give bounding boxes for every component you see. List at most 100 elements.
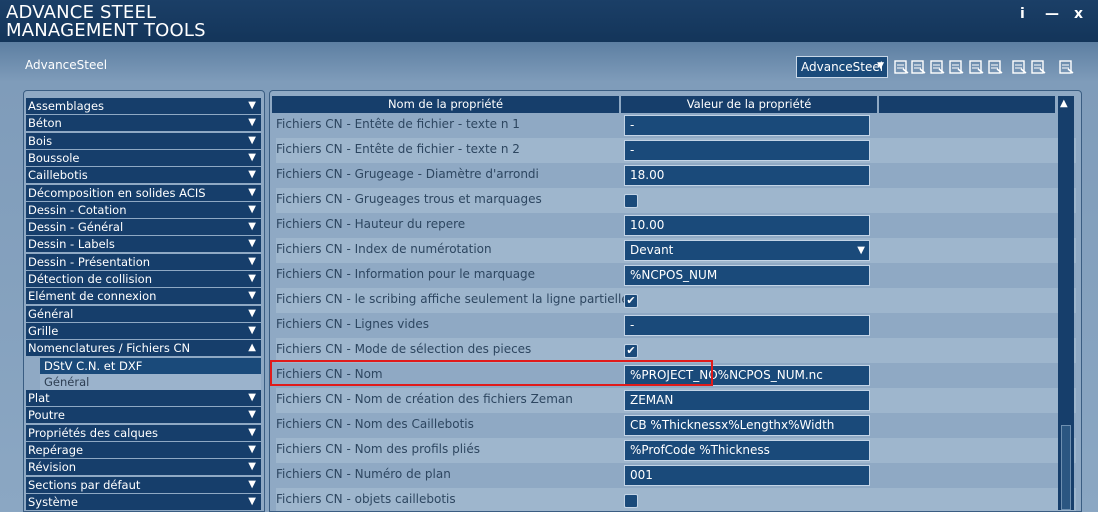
property-value-field[interactable]: %PROJECT_NO%NCPOS_NUM.nc [624, 365, 870, 386]
category-item[interactable]: Sections par défaut ▼ [26, 476, 261, 493]
chevron-down-icon: ▼ [248, 426, 256, 438]
property-name: Fichiers CN - Nom des Caillebotis [276, 417, 474, 431]
category-item[interactable]: Dessin - Labels ▼ [26, 236, 261, 253]
property-checkbox[interactable] [624, 194, 638, 208]
column-header-name[interactable]: Nom de la propriété [272, 96, 619, 113]
category-item[interactable]: Repérage ▼ [26, 441, 261, 458]
chevron-down-icon: ▼ [248, 100, 256, 111]
category-item[interactable]: Dessin - Cotation ▼ [26, 201, 261, 218]
chevron-down-icon: ▼ [877, 61, 884, 71]
chevron-down-icon: ▼ [248, 392, 256, 403]
property-value: %NCPOS_NUM [630, 268, 718, 282]
property-name: Fichiers CN - Grugeages trous et marquag… [276, 192, 542, 206]
category-label: Décomposition en solides ACIS [28, 185, 206, 200]
property-value-field[interactable]: %NCPOS_NUM [624, 265, 870, 286]
info-button[interactable]: i [1020, 6, 1025, 22]
property-value-field[interactable]: - [624, 315, 870, 336]
table-import-icon[interactable] [910, 59, 926, 75]
close-button[interactable]: x [1074, 6, 1083, 22]
category-item[interactable]: Elément de connexion ▼ [26, 288, 261, 305]
table-add-icon[interactable] [893, 59, 909, 75]
category-item[interactable]: Boussole ▼ [26, 149, 261, 166]
category-item[interactable]: Bois ▼ [26, 132, 261, 149]
property-value-field[interactable]: 10.00 [624, 215, 870, 236]
category-item[interactable]: Grille ▼ [26, 322, 261, 339]
table-row: Fichiers CN - objets caillebotis [276, 488, 1076, 511]
chevron-down-icon: ▼ [248, 461, 256, 473]
category-item[interactable]: Dessin - Présentation ▼ [26, 253, 261, 270]
chevron-down-icon: ▼ [248, 273, 256, 284]
column-header-value[interactable]: Valeur de la propriété [621, 96, 877, 113]
category-item[interactable]: Propriétés des calques ▼ [26, 424, 261, 441]
table-export-icon[interactable] [929, 59, 945, 75]
category-label: Détection de collision [28, 272, 153, 286]
property-value: %ProfCode %Thickness [630, 443, 770, 457]
subcategory-item[interactable]: Général [40, 373, 261, 390]
property-checkbox[interactable] [624, 494, 638, 508]
table-row: Fichiers CN - Lignes vides - [276, 313, 1076, 338]
category-item[interactable]: Dessin - Général ▼ [26, 219, 261, 236]
property-value-field[interactable]: %ProfCode %Thickness [624, 440, 870, 461]
property-checkbox[interactable]: ✔ [624, 344, 638, 358]
chevron-down-icon: ▼ [248, 238, 256, 250]
printer-icon[interactable] [1011, 59, 1027, 75]
export-file-icon[interactable] [1058, 59, 1074, 75]
property-checkbox[interactable]: ✔ [624, 294, 638, 308]
property-value-field[interactable]: 18.00 [624, 165, 870, 186]
checkmark-icon: ✔ [626, 294, 636, 307]
property-value: 001 [630, 468, 653, 482]
property-value-field[interactable]: CB %Thicknessx%Lengthx%Width [624, 415, 870, 436]
property-name: Fichiers CN - Information pour le marqua… [276, 267, 536, 281]
table-search-icon[interactable] [968, 59, 984, 75]
property-value-field[interactable]: - [624, 140, 870, 161]
category-label: Nomenclatures / Fichiers CN [28, 341, 191, 356]
table-row: Fichiers CN - Mode de sélection des piec… [276, 338, 1076, 363]
property-value-field[interactable]: 001 [624, 465, 870, 486]
category-item[interactable]: Décomposition en solides ACIS ▼ [26, 184, 261, 201]
scroll-up-icon[interactable]: ▲ [1060, 98, 1068, 109]
scrollbar-thumb[interactable] [1061, 425, 1071, 510]
category-item[interactable]: Poutre ▼ [26, 407, 261, 424]
table-edit-icon[interactable] [948, 59, 964, 75]
chevron-down-icon: ▼ [248, 290, 256, 302]
table-row: Fichiers CN - Numéro de plan 001 [276, 463, 1076, 488]
category-item[interactable]: Nomenclatures / Fichiers CN ▲ [26, 340, 261, 357]
category-item[interactable]: Caillebotis ▼ [26, 167, 261, 184]
category-label: Repérage [28, 442, 84, 457]
table-row: Fichiers CN - Hauteur du repere 10.00 [276, 213, 1076, 238]
category-item[interactable]: Plat ▼ [26, 390, 261, 406]
chevron-down-icon: ▼ [248, 134, 256, 146]
category-label: Dessin - Cotation [28, 202, 127, 217]
table-row: Fichiers CN - le scribing affiche seulem… [276, 288, 1076, 313]
property-value-field[interactable]: ZEMAN [624, 390, 870, 411]
property-value: %PROJECT_NO%NCPOS_NUM.nc [630, 368, 823, 382]
category-item[interactable]: Système ▼ [26, 493, 261, 510]
property-value: CB %Thicknessx%Lengthx%Width [630, 418, 835, 432]
property-value: - [630, 318, 635, 332]
printer-settings-icon[interactable] [1030, 59, 1046, 75]
chevron-down-icon: ▼ [248, 443, 256, 455]
table-row: Fichiers CN - Nom des Caillebotis CB %Thi… [276, 413, 1076, 438]
category-item[interactable]: Béton ▼ [26, 115, 261, 132]
property-select[interactable]: Devant ▼ [624, 240, 870, 261]
table-row: Fichiers CN - Nom des profils pliés %Prof… [276, 438, 1076, 463]
chevron-down-icon: ▼ [248, 324, 256, 336]
database-select[interactable]: AdvanceSteel ▼ [796, 56, 888, 78]
property-name: Fichiers CN - Entête de fichier - texte … [276, 117, 520, 131]
category-item[interactable]: Détection de collision ▼ [26, 271, 261, 287]
property-name: Fichiers CN - objets caillebotis [276, 492, 456, 506]
category-label: Grille [28, 323, 59, 338]
category-item[interactable]: Assemblages ▼ [26, 98, 261, 114]
chevron-down-icon: ▼ [248, 307, 256, 319]
minimize-button[interactable]: — [1045, 6, 1059, 22]
chevron-down-icon: ▼ [248, 409, 256, 421]
property-name: Fichiers CN - Mode de sélection des piec… [276, 342, 532, 356]
property-name: Fichiers CN - Index de numérotation [276, 242, 492, 256]
property-value: 10.00 [630, 218, 665, 232]
category-item[interactable]: Révision ▼ [26, 459, 261, 476]
subcategory-item[interactable]: DStV C.N. et DXF [40, 357, 261, 374]
property-value-field[interactable]: - [624, 115, 870, 136]
category-item[interactable]: Général ▼ [26, 305, 261, 322]
category-label: Béton [28, 116, 62, 131]
document-icon[interactable] [987, 59, 1003, 75]
